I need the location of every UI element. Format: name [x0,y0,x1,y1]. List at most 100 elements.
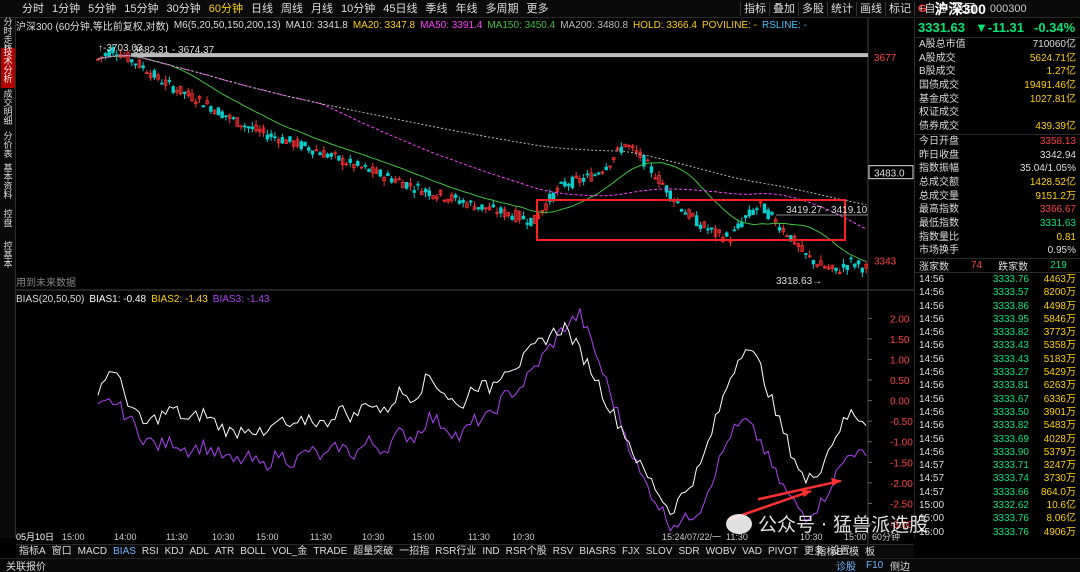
period-tab[interactable]: 分时 [18,0,48,18]
left-tab[interactable]: 分时走势 [1,18,15,54]
tick-time: 14:56 [919,300,945,312]
period-tab[interactable]: 多周期 [482,0,523,18]
period-tab[interactable]: 年线 [452,0,482,18]
left-tab[interactable]: 基本资料 [1,164,15,208]
indicator-tab[interactable]: RSR行业 [432,545,479,558]
indicator-tab[interactable]: 窗口 [49,545,75,558]
candle-body [811,260,816,265]
related-quote-link[interactable]: 关联报价 [0,558,52,572]
period-tab[interactable]: 季线 [422,0,452,18]
toolbar-button[interactable]: 统计 [827,2,856,16]
tick-price: 3333.82 [992,327,1029,339]
candle-body [834,267,838,272]
indicator-tab[interactable]: ADL [187,545,212,558]
indicator-tab[interactable]: BOLL [237,545,269,558]
period-tab[interactable]: 日线 [247,0,277,18]
indicator-tab-right[interactable]: 模 [846,546,862,559]
watermark: 公众号 · 猛兽派选股 [726,510,928,537]
tick-row: 14:56 3333.81 6263万 [915,379,1080,392]
indicator-tab[interactable]: RSR个股 [503,545,550,558]
tick-price: 3333.86 [992,300,1029,312]
indicator-tab[interactable]: RSV [550,545,577,558]
candle-body [141,65,145,69]
toolbar-button[interactable]: 多股 [798,2,827,16]
box-range-annotation: 3419.27 - 3419.10 [786,205,868,216]
stat-row: A股总市值 710060亿 [915,38,1080,52]
indicator-tab[interactable]: ATR [212,545,237,558]
candle-body [325,153,330,158]
period-tab[interactable]: 30分钟 [163,0,205,18]
candle-body [766,209,770,219]
candle-body [367,168,371,172]
quote-info-panel: 3331.63 ▼-11.31 -0.34% A股总市值 710060亿 A股成交 5… [914,18,1080,538]
indicator-tab-right[interactable]: 板 [862,546,878,559]
toolbar-button[interactable]: 指标 [740,2,769,16]
indicator-tab[interactable]: BIAS [110,545,139,558]
indicator-tab[interactable]: SLOV [643,545,676,558]
period-tab[interactable]: 周线 [277,0,307,18]
diagnose-button[interactable]: 诊股 [830,558,862,572]
period-tab[interactable]: 1分钟 [48,0,84,18]
toolbar-button[interactable]: 叠加 [769,2,798,16]
left-tab[interactable]: 技术分析 [1,48,15,88]
tick-price: 3333.67 [992,393,1029,405]
sidebar-toggle[interactable]: 侧边 [884,558,916,572]
period-tab[interactable]: 5分钟 [84,0,120,18]
stat-row: 今日开盘 3358.13 [915,135,1080,149]
tick-time: 14:57 [919,486,945,498]
stat-row: 债券成交 439.39亿 [915,120,1080,134]
tick-row: 15:00 3333.76 8.06亿 [915,512,1080,525]
left-tab[interactable]: 控基本 [1,242,15,272]
candle-body [453,194,458,198]
candle-body [585,173,590,176]
period-tab[interactable]: 10分钟 [337,0,379,18]
candle-body [694,215,699,227]
tick-list[interactable]: 14:56 3333.76 4463万 14:56 3333.57 8200万 14:56 3… [915,273,1080,539]
index-code: 000300 [989,3,1027,15]
tick-time: 14:57 [919,460,945,472]
period-tab[interactable]: 更多 [523,0,553,18]
indicator-tab[interactable]: FJX [619,545,643,558]
bias-axis-label: 1.00 [890,355,910,366]
indicator-tab[interactable]: RSI [139,545,162,558]
indicator-tab[interactable]: TRADE [310,545,350,558]
period-tab[interactable]: 15分钟 [120,0,162,18]
tick-price: 3333.76 [992,513,1029,525]
period-tab[interactable]: 月线 [307,0,337,18]
indicator-tab[interactable]: PIVOT [765,545,801,558]
indicator-tab[interactable]: IND [479,545,502,558]
tick-time: 14:56 [919,274,945,285]
left-tab[interactable]: 控盘 [1,210,15,240]
tick-row: 15:00 3332.62 10.6亿 [915,499,1080,512]
candle-body [581,178,586,182]
candle-body [348,158,352,163]
indicator-tab[interactable]: VAD [739,545,765,558]
candle-body [182,91,187,95]
candle-body [273,136,277,139]
indicator-tab[interactable]: 指标A [16,545,49,558]
tick-time: 14:56 [919,393,945,405]
toolbar-button[interactable]: 标记 [885,2,914,16]
stat-value: 5624.71亿 [1029,52,1076,64]
divergence-arrow-2 [757,479,842,501]
indicator-tab[interactable]: MACD [75,545,110,558]
indicator-tab[interactable]: WOBV [703,545,740,558]
indicator-tab[interactable]: BIASRS [576,545,619,558]
left-tab[interactable]: 分价表 [1,132,15,162]
indicator-tab-right[interactable]: 指标B [813,546,846,559]
indicator-tab[interactable]: SDR [675,545,702,558]
period-tab[interactable]: 60分钟 [205,0,247,18]
period-tab[interactable]: 45日线 [379,0,421,18]
x-axis-label: 10:30 [362,532,385,542]
bias-axis-label: -1.50 [890,458,913,469]
indicator-tab[interactable]: KDJ [162,545,187,558]
toolbar-button[interactable]: 画线 [856,2,885,16]
candle-body [404,182,409,189]
kline-chart-area[interactable]: 沪深300 (60分钟,等比前复权,对数) M6(5,20,50,150,200… [16,18,914,544]
candle-body [130,59,134,63]
indicator-tab[interactable]: 一招指 [396,545,432,558]
stat-row: 总成交额 1428.52亿 [915,176,1080,190]
indicator-tab[interactable]: VOL_金 [269,545,311,558]
left-tab[interactable]: 成交明细 [1,90,15,130]
indicator-tab[interactable]: 超量突破 [350,545,396,558]
